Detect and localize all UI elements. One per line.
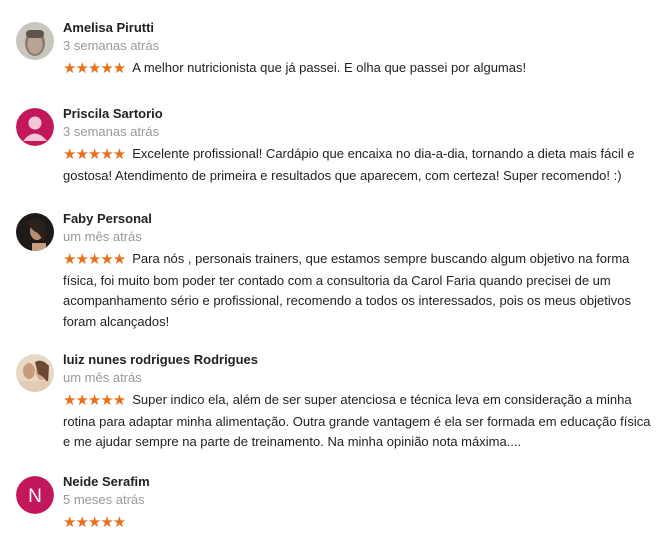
- review-body: ★★★★★: [63, 512, 653, 534]
- review-body: ★★★★★ Super indico ela, além de ser super…: [63, 390, 653, 453]
- reviewer-name[interactable]: Neide Serafim: [63, 474, 150, 490]
- reviewer-name[interactable]: luiz nunes rodrigues Rodrigues: [63, 352, 258, 368]
- review-date: 3 semanas atrás: [63, 38, 160, 53]
- review-body: ★★★★★ A melhor nutricionista que já passe…: [63, 58, 653, 80]
- star-rating: ★★★★★: [63, 60, 126, 77]
- review-text: Super indico ela, além de ser super aten…: [63, 392, 651, 449]
- review-date: um mês atrás: [63, 370, 142, 385]
- review-body: ★★★★★ Para nós , personais trainers, que …: [63, 249, 653, 332]
- avatar[interactable]: N: [16, 476, 54, 514]
- review-text: Para nós , personais trainers, que estam…: [63, 251, 631, 329]
- reviewer-name[interactable]: Priscila Sartorio: [63, 106, 163, 122]
- avatar[interactable]: [16, 213, 54, 251]
- star-rating: ★★★★★: [63, 392, 126, 409]
- avatar-photo: [16, 354, 54, 392]
- avatar-photo: [16, 213, 54, 251]
- letter-avatar-icon: N: [16, 476, 54, 514]
- star-rating: ★★★★★: [63, 514, 126, 531]
- review-date: 5 meses atrás: [63, 492, 145, 507]
- review-date: 3 semanas atrás: [63, 124, 160, 139]
- avatar-letter: N: [28, 486, 42, 507]
- avatar[interactable]: [16, 108, 54, 146]
- reviewer-name[interactable]: Faby Personal: [63, 211, 152, 227]
- star-rating: ★★★★★: [63, 146, 126, 163]
- review-body: ★★★★★ Excelente profissional! Cardápio qu…: [63, 144, 653, 186]
- avatar[interactable]: [16, 22, 54, 60]
- avatar-photo: [16, 22, 54, 60]
- star-rating: ★★★★★: [63, 251, 126, 268]
- review-text: A melhor nutricionista que já passei. E …: [132, 60, 527, 75]
- review-text: Excelente profissional! Cardápio que enc…: [63, 146, 635, 183]
- review-date: um mês atrás: [63, 229, 142, 244]
- avatar[interactable]: [16, 354, 54, 392]
- person-icon: [16, 108, 54, 146]
- reviewer-name[interactable]: Amelisa Pirutti: [63, 20, 154, 36]
